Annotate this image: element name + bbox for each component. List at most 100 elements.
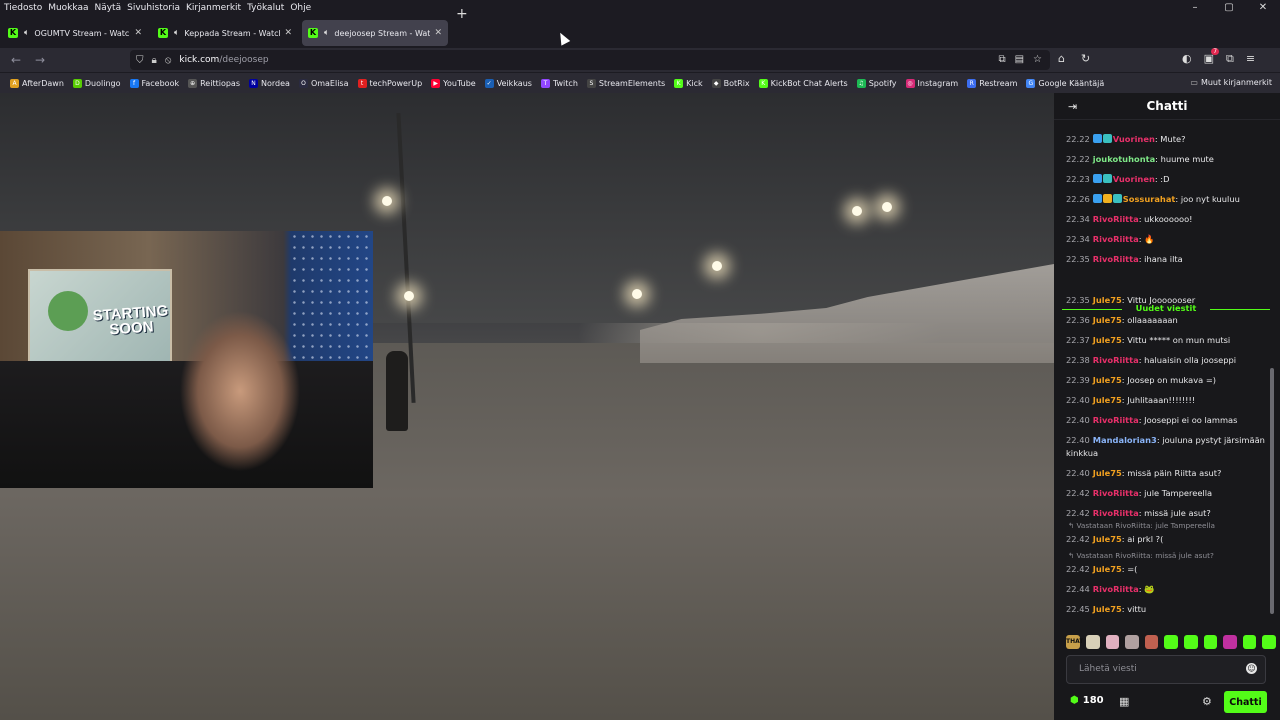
url-bar[interactable]: ⛉ 🔒︎ ⦸ kick.com/deejoosep ⧉ ▤ ☆: [130, 50, 1050, 70]
settings-gear-icon[interactable]: ⚙: [1202, 695, 1212, 708]
chat-message[interactable]: 22.42 Jule75: ai prkl ?(: [1066, 533, 1271, 546]
chat-message[interactable]: 22.38 RivoRiitta: haluaisin olla jooseppi: [1066, 354, 1271, 367]
browser-tab[interactable]: K 🔈︎ OGUMTV Stream - Watch Live on Kick ✕: [2, 20, 148, 46]
bookmark-item[interactable]: ⊕ Reittiopas: [188, 78, 240, 88]
browser-tab[interactable]: K 🔈︎ Keppada Stream - Watch Live on Kick ✕: [152, 20, 298, 46]
hamburger-menu-icon[interactable]: ≡: [1246, 52, 1255, 66]
chat-message-input[interactable]: [1079, 664, 1239, 674]
emote-1-icon[interactable]: [1086, 635, 1100, 649]
speaker-icon[interactable]: 🔈︎: [174, 28, 179, 38]
chat-username[interactable]: Sossurahat: [1123, 194, 1176, 204]
chat-username[interactable]: Jule75: [1093, 395, 1122, 405]
bookmark-item[interactable]: R Restream: [967, 78, 1017, 88]
chat-username[interactable]: RivoRiitta: [1093, 488, 1139, 498]
reply-reference[interactable]: ↰ Vastataan RivoRiitta: jule Tampereella: [1068, 521, 1215, 530]
chat-username[interactable]: Jule75: [1093, 295, 1122, 305]
close-window-icon[interactable]: ✕: [1246, 0, 1280, 16]
chat-message[interactable]: 22.40 Jule75: Juhlitaaan!!!!!!!!: [1066, 394, 1271, 407]
back-icon[interactable]: ←: [4, 53, 28, 67]
chat-message[interactable]: 22.44 RivoRiitta: 🐸: [1066, 583, 1271, 596]
gift-icon[interactable]: ▦: [1119, 695, 1129, 708]
chat-username[interactable]: Jule75: [1093, 534, 1122, 544]
chat-message[interactable]: 22.42 RivoRiitta: missä jule asut?: [1066, 507, 1271, 520]
emote-4-icon[interactable]: [1144, 635, 1159, 649]
chat-username[interactable]: Jule75: [1093, 375, 1122, 385]
speaker-icon[interactable]: 🔈︎: [24, 28, 29, 38]
chat-username[interactable]: RivoRiitta: [1093, 214, 1139, 224]
chat-message[interactable]: 22.22 Vuorinen: Mute?: [1066, 133, 1271, 146]
chat-message[interactable]: 22.42 Jule75: =(: [1066, 563, 1271, 576]
chat-message[interactable]: 22.40 RivoRiitta: Jooseppi ei oo lammas: [1066, 414, 1271, 427]
bookmark-item[interactable]: N Nordea: [249, 78, 290, 88]
reply-reference[interactable]: ↰ Vastataan RivoRiitta: missä jule asut?: [1068, 551, 1214, 560]
menu-item[interactable]: Näytä: [94, 3, 121, 13]
picture-in-picture-icon[interactable]: ⧉: [998, 54, 1005, 65]
bookmark-item[interactable]: G Google Kääntäjä: [1026, 78, 1104, 88]
reader-view-icon[interactable]: ▤: [1015, 54, 1024, 65]
emote-6-icon[interactable]: [1183, 635, 1198, 649]
close-tab-icon[interactable]: ✕: [284, 28, 292, 38]
emote-7-icon[interactable]: [1203, 635, 1218, 649]
chat-message[interactable]: 22.37 Jule75: Vittu ***** on mun mutsi: [1066, 334, 1271, 347]
chat-message[interactable]: 22.26 Sossurahat: joo nyt kuuluu: [1066, 193, 1271, 206]
chat-username[interactable]: RivoRiitta: [1093, 234, 1139, 244]
chat-message[interactable]: 22.36 Jule75: ollaaaaaaan: [1066, 314, 1271, 327]
new-tab-button[interactable]: +: [456, 6, 468, 22]
lock-icon[interactable]: 🔒︎: [152, 55, 157, 66]
emote-9-icon[interactable]: [1242, 635, 1257, 649]
chat-username[interactable]: Jule75: [1093, 468, 1122, 478]
bookmark-item[interactable]: O OmaElisa: [298, 78, 349, 88]
speaker-icon[interactable]: 🔈︎: [324, 28, 329, 38]
chat-username[interactable]: Vuorinen: [1113, 174, 1155, 184]
bookmark-item[interactable]: A AfterDawn: [10, 78, 64, 88]
emote-3-icon[interactable]: [1125, 635, 1139, 649]
chat-username[interactable]: joukotuhonta: [1093, 154, 1155, 164]
media-blocked-icon[interactable]: ⦸: [165, 55, 172, 66]
close-tab-icon[interactable]: ✕: [134, 28, 142, 38]
extension-badge-icon[interactable]: ▣ 7: [1204, 48, 1220, 66]
chat-message[interactable]: 22.35 Jule75: Vittu Jooooooser: [1066, 294, 1271, 307]
chat-message[interactable]: 22.34 RivoRiitta: 🔥: [1066, 233, 1271, 246]
chat-message[interactable]: 22.39 Jule75: Joosep on mukava =): [1066, 374, 1271, 387]
forward-icon[interactable]: →: [28, 53, 52, 67]
chat-username[interactable]: RivoRiitta: [1093, 355, 1139, 365]
send-chat-button[interactable]: Chatti: [1224, 691, 1267, 713]
reload-icon[interactable]: ↻: [1081, 52, 1090, 65]
menu-item[interactable]: Ohje: [290, 3, 311, 13]
browser-tab[interactable]: K 🔈︎ deejoosep Stream - Watch Live on Kick…: [302, 20, 448, 46]
bookmark-item[interactable]: D Duolingo: [72, 78, 121, 88]
maximize-icon[interactable]: ▢: [1212, 0, 1246, 16]
chat-message[interactable]: 22.34 RivoRiitta: ukkoooooo!: [1066, 213, 1271, 226]
bookmark-item[interactable]: f Facebook: [129, 78, 179, 88]
bookmark-item[interactable]: T Twitch: [540, 78, 578, 88]
menu-item[interactable]: Työkalut: [247, 3, 284, 13]
chat-username[interactable]: Jule75: [1093, 604, 1122, 614]
bookmark-item[interactable]: S StreamElements: [586, 78, 665, 88]
chat-message[interactable]: 22.45 Jule75: vittu: [1066, 603, 1271, 616]
chat-username[interactable]: Jule75: [1093, 315, 1122, 325]
emoji-picker-icon[interactable]: ☺: [1246, 663, 1257, 674]
chat-username[interactable]: RivoRiitta: [1093, 415, 1139, 425]
chat-message[interactable]: 22.35 RivoRiitta: ihana ilta: [1066, 253, 1271, 266]
chat-message[interactable]: 22.23 Vuorinen: :D: [1066, 173, 1271, 186]
account-icon[interactable]: ◐: [1182, 52, 1192, 66]
emote-5-icon[interactable]: [1164, 635, 1178, 649]
collapse-chat-icon[interactable]: ⇥: [1068, 100, 1077, 113]
chat-message[interactable]: 22.22 joukotuhonta: huume mute: [1066, 153, 1271, 166]
menu-item[interactable]: Sivuhistoria: [127, 3, 180, 13]
extensions-icon[interactable]: ⧉: [1226, 52, 1234, 66]
other-bookmarks[interactable]: ▭ Muut kirjanmerkit: [1190, 78, 1272, 87]
emote-2-icon[interactable]: [1105, 635, 1120, 649]
bookmark-item[interactable]: K Kick: [674, 78, 703, 88]
chat-username[interactable]: Mandalorian3: [1093, 435, 1157, 445]
bookmark-item[interactable]: ◆ BotRix: [711, 78, 750, 88]
menu-item[interactable]: Tiedosto: [4, 3, 42, 13]
menu-item[interactable]: Kirjanmerkit: [186, 3, 241, 13]
chat-username[interactable]: Jule75: [1093, 564, 1122, 574]
channel-points[interactable]: ⬢ 180: [1070, 695, 1104, 706]
bookmark-item[interactable]: ✓ Veikkaus: [484, 78, 532, 88]
close-tab-icon[interactable]: ✕: [434, 28, 442, 38]
chat-scrollbar[interactable]: [1270, 368, 1274, 614]
chat-input-box[interactable]: ☺: [1066, 655, 1266, 684]
minimize-icon[interactable]: –: [1178, 0, 1212, 16]
